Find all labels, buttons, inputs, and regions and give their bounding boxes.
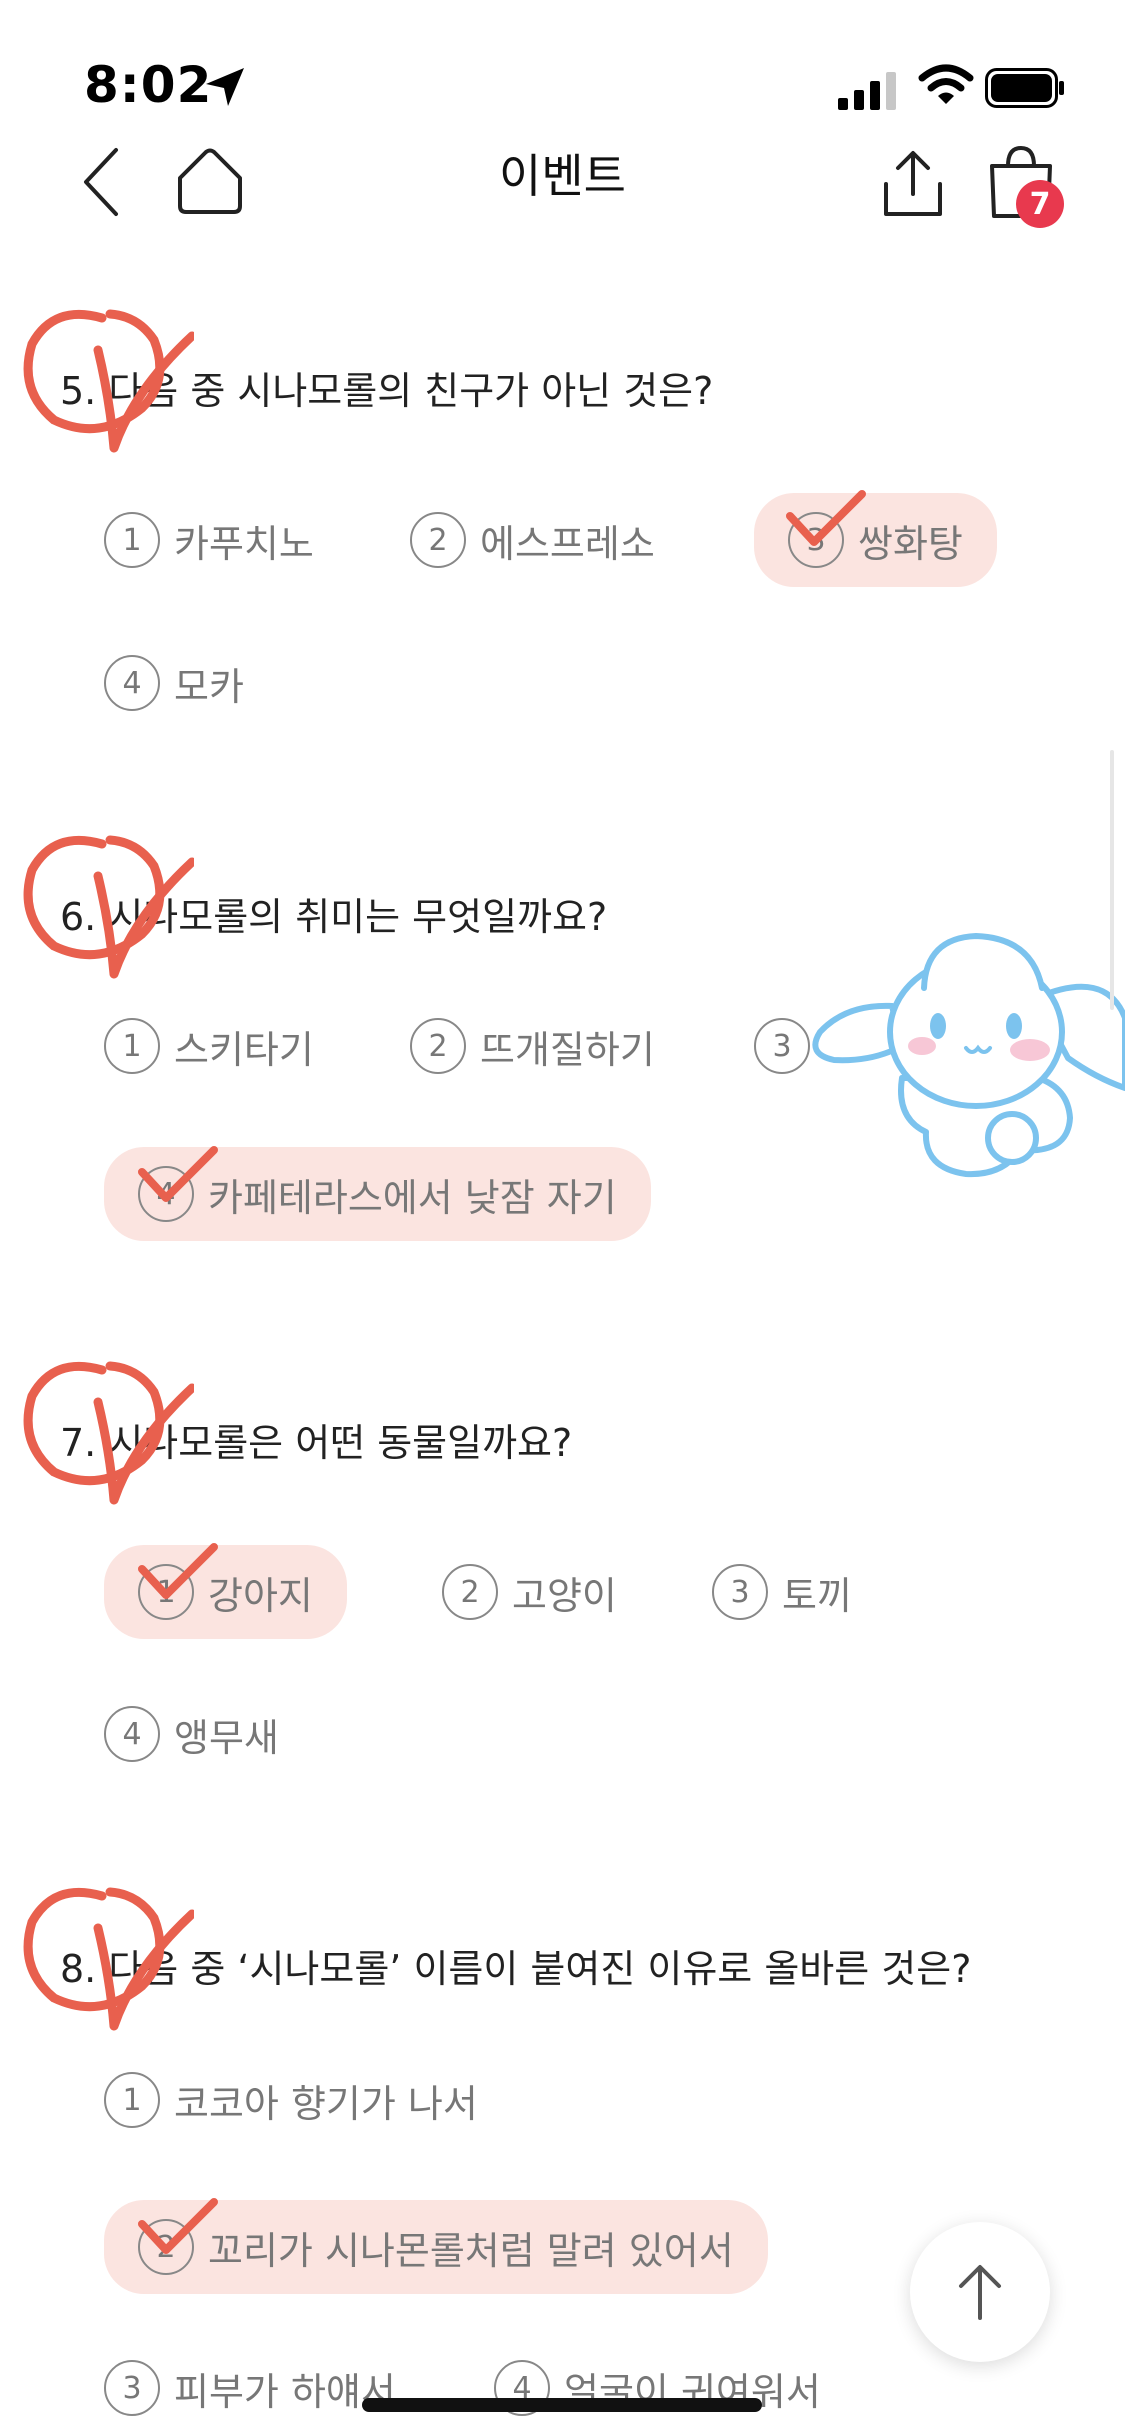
option-number: 3	[712, 1564, 768, 1620]
option-text: 에스프레소	[480, 521, 655, 566]
q7-option-2[interactable]: 2 고양이	[442, 1552, 617, 1632]
q8-option-2-selected[interactable]: 2 꼬리가 시나몬롤처럼 말려 있어서	[104, 2200, 768, 2294]
q8-option-1[interactable]: 1 코코아 향기가 나서	[104, 2060, 478, 2140]
arrow-up-icon	[959, 2265, 1001, 2320]
option-text: 쌍화탕	[858, 521, 963, 566]
q5-option-3-selected[interactable]: 3 쌍화탕	[754, 493, 997, 587]
q6-option-1[interactable]: 1 스키타기	[104, 1006, 314, 1086]
option-text: 스키타기	[174, 1027, 314, 1072]
option-number: 3	[754, 1018, 810, 1074]
q5-option-4[interactable]: 4 모카	[104, 643, 244, 723]
option-number: 3	[788, 512, 844, 568]
cellular-signal-icon	[838, 72, 896, 110]
option-number: 2	[410, 512, 466, 568]
option-number: 4	[104, 655, 160, 711]
option-text: 카페테라스에서 낮잠 자기	[208, 1175, 617, 1220]
option-text: 강아지	[208, 1573, 313, 1618]
question-5: 5. 다음 중 시나모롤의 친구가 아닌 것은?	[60, 369, 714, 413]
option-number: 4	[104, 1706, 160, 1762]
q6-option-3[interactable]: 3	[754, 1006, 824, 1086]
question-8: 8. 다음 중 ‘시나모롤’ 이름이 붙여진 이유로 올바른 것은?	[60, 1947, 972, 1991]
q8-option-4[interactable]: 4 얼굴이 귀여워서	[494, 2348, 821, 2428]
q8-option-3[interactable]: 3 피부가 하얘서	[104, 2348, 396, 2428]
option-text: 뜨개질하기	[480, 1027, 655, 1072]
battery-icon	[985, 68, 1064, 108]
option-text: 토끼	[782, 1573, 852, 1618]
option-text: 고양이	[512, 1573, 617, 1618]
option-number: 2	[442, 1564, 498, 1620]
option-text: 모카	[174, 664, 244, 709]
option-number: 3	[104, 2360, 160, 2416]
scroll-to-top-button[interactable]	[910, 2222, 1050, 2362]
location-arrow-icon	[206, 68, 244, 106]
option-text: 카푸치노	[174, 521, 314, 566]
option-number: 1	[104, 1018, 160, 1074]
option-number: 4	[138, 1166, 194, 1222]
q7-option-4[interactable]: 4 앵무새	[104, 1694, 279, 1774]
q7-option-1-selected[interactable]: 1 강아지	[104, 1545, 347, 1639]
option-text: 꼬리가 시나몬롤처럼 말려 있어서	[208, 2228, 734, 2273]
scroll-indicator	[1110, 750, 1114, 1010]
q6-option-4-selected[interactable]: 4 카페테라스에서 낮잠 자기	[104, 1147, 651, 1241]
question-6: 6. 시나모롤의 취미는 무엇일까요?	[60, 895, 608, 939]
puppy-character-sticker	[812, 933, 1125, 1178]
option-number: 2	[410, 1018, 466, 1074]
status-bar: 8:02	[0, 0, 1125, 130]
option-number: 2	[138, 2219, 194, 2275]
option-text: 앵무새	[174, 1715, 279, 1760]
option-number: 1	[104, 2072, 160, 2128]
option-number: 1	[104, 512, 160, 568]
status-time: 8:02	[84, 56, 213, 114]
wifi-icon	[918, 64, 974, 104]
cart-count-badge: 7	[1016, 180, 1064, 228]
page-title: 이벤트	[499, 149, 626, 203]
option-text: 코코아 향기가 나서	[174, 2081, 478, 2126]
q7-option-3[interactable]: 3 토끼	[712, 1552, 852, 1632]
question-7: 7. 시나모롤은 어떤 동물일까요?	[60, 1421, 573, 1465]
option-number: 1	[138, 1564, 194, 1620]
q5-option-2[interactable]: 2 에스프레소	[410, 500, 655, 580]
q6-option-2[interactable]: 2 뜨개질하기	[410, 1006, 655, 1086]
home-indicator	[362, 2398, 762, 2412]
q5-option-1[interactable]: 1 카푸치노	[104, 500, 314, 580]
